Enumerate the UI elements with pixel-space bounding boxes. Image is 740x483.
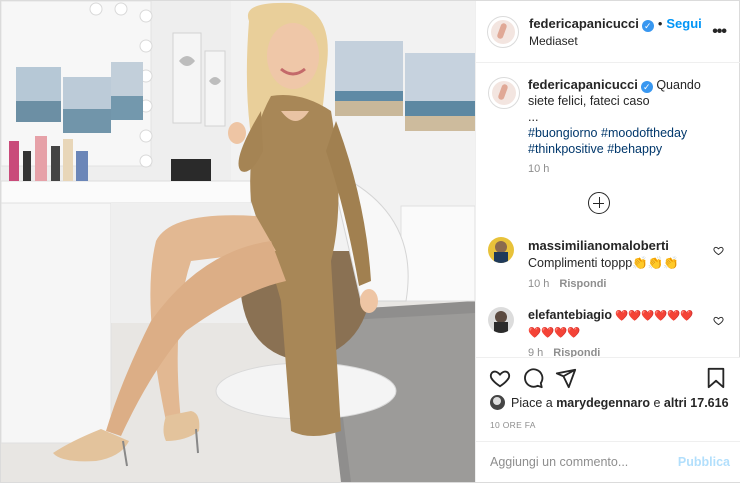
hashtag-link[interactable]: #buongiorno xyxy=(528,126,598,140)
comment-time: 10 h xyxy=(528,278,550,290)
like-comment-heart-icon[interactable] xyxy=(713,245,724,256)
photo-illustration xyxy=(1,1,475,482)
comment-input[interactable] xyxy=(490,452,670,472)
comment-text: Complimenti toppp👏👏👏 xyxy=(528,256,679,270)
comment-content: elefantebiagio ❤️❤️❤️❤️❤️❤️❤️❤️❤️❤️ xyxy=(528,307,698,342)
author-username[interactable]: federicapanicucci xyxy=(529,16,639,31)
header-separator: • xyxy=(657,16,663,31)
caption-text: federicapanicucci ✓ Quando siete felici, … xyxy=(528,77,728,157)
share-icon[interactable] xyxy=(555,367,577,389)
comment-content: massimilianomaloberti Complimenti toppp👏… xyxy=(528,237,698,272)
likes-prefix: Piace a xyxy=(511,395,553,410)
like-comment-heart-icon[interactable] xyxy=(713,315,724,326)
caption-username[interactable]: federicapanicucci xyxy=(528,77,638,92)
verified-badge-icon: ✓ xyxy=(641,20,654,32)
post-timestamp: 10 ORE FA xyxy=(490,420,536,430)
post-photo[interactable] xyxy=(1,1,475,482)
liker-avatar[interactable] xyxy=(490,395,505,410)
bookmark-icon[interactable] xyxy=(706,367,726,389)
instagram-post: federicapanicucci ✓ • Segui Mediaset ••• fe… xyxy=(0,0,740,483)
post-side-panel: federicapanicucci ✓ • Segui Mediaset ••• fe… xyxy=(475,1,740,482)
post-header: federicapanicucci ✓ • Segui Mediaset ••• xyxy=(476,1,740,63)
hashtag-link[interactable]: #behappy xyxy=(607,142,662,156)
heart-icon[interactable] xyxy=(489,367,511,389)
add-comment-bar: Pubblica xyxy=(476,441,740,483)
more-options-icon[interactable]: ••• xyxy=(712,23,727,41)
publish-button[interactable]: Pubblica xyxy=(678,455,730,469)
comment-username[interactable]: massimilianomaloberti xyxy=(528,238,669,253)
liker-username[interactable]: marydegennaro xyxy=(556,396,650,410)
hashtag-link[interactable]: #moodoftheday xyxy=(601,126,687,140)
post-actions: Piace a marydegennaro e altri 17.616 10 … xyxy=(476,357,740,482)
verified-badge-icon: ✓ xyxy=(640,81,653,93)
reply-button[interactable]: Rispondi xyxy=(559,278,606,290)
likes-summary: Piace a marydegennaro e altri 17.616 xyxy=(490,395,729,410)
location-label[interactable]: Mediaset xyxy=(529,34,578,48)
comment-meta: 10 h Rispondi xyxy=(528,278,606,290)
hashtag-link[interactable]: #thinkpositive xyxy=(528,142,604,156)
caption-ellipsis: ... xyxy=(528,110,539,124)
comment-icon[interactable] xyxy=(522,367,544,389)
likes-others-link[interactable]: altri 17.616 xyxy=(664,396,729,410)
commenter-avatar[interactable] xyxy=(488,307,514,333)
caption-avatar[interactable] xyxy=(488,77,520,109)
commenter-avatar[interactable] xyxy=(488,237,514,263)
caption-time: 10 h xyxy=(528,163,550,175)
comment-username[interactable]: elefantebiagio xyxy=(528,308,612,322)
likes-connector: e xyxy=(653,395,661,410)
add-circle-icon[interactable] xyxy=(588,192,610,214)
author-avatar[interactable] xyxy=(487,16,519,48)
follow-button[interactable]: Segui xyxy=(666,16,701,31)
header-title-row: federicapanicucci ✓ • Segui xyxy=(529,16,702,32)
